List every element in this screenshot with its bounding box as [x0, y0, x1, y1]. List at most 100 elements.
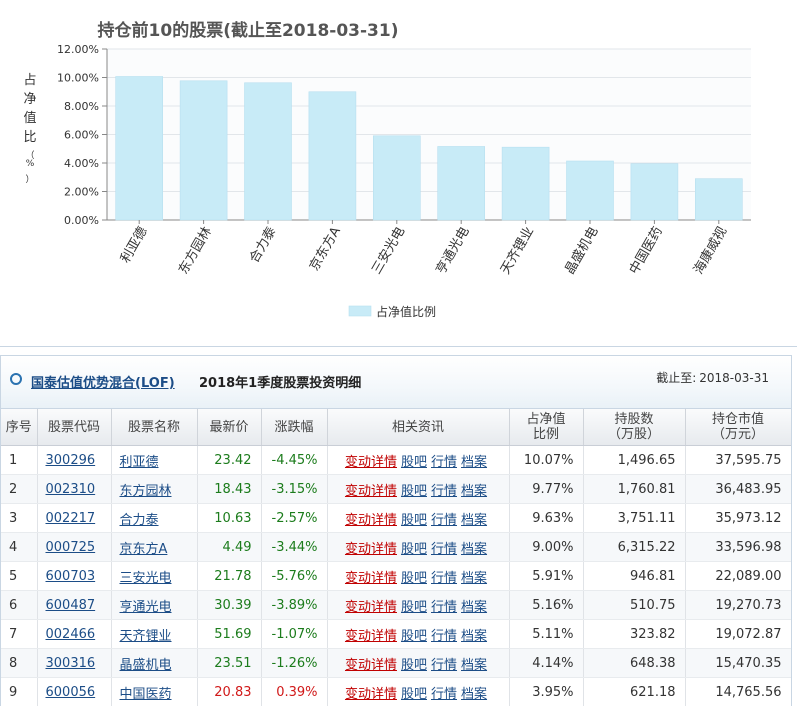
stock-forum-link[interactable]: 股吧 — [401, 571, 427, 586]
stock-forum-link[interactable]: 股吧 — [401, 629, 427, 644]
table-row: 2 002310 东方园林 18.43 -3.15% 变动详情 股吧 行情 档案 9.77% 1,7… — [1, 474, 791, 504]
stock-code-link[interactable]: 300296 — [46, 453, 96, 468]
share-count: 510.75 — [583, 590, 686, 620]
profile-link[interactable]: 档案 — [461, 629, 487, 644]
stock-name-cell: 三安光电 — [111, 561, 198, 591]
profile-link[interactable]: 档案 — [461, 542, 487, 557]
stock-forum-link[interactable]: 股吧 — [401, 658, 427, 673]
latest-price: 30.39 — [197, 590, 262, 620]
market-value: 22,089.00 — [685, 561, 791, 591]
stock-code-cell: 000725 — [37, 532, 112, 562]
row-number: 5 — [1, 561, 38, 591]
change-detail-link[interactable]: 变动详情 — [345, 629, 397, 644]
profile-link[interactable]: 档案 — [461, 513, 487, 528]
stock-name-link[interactable]: 利亚德 — [120, 455, 159, 470]
stock-code-link[interactable]: 600487 — [46, 598, 96, 613]
col-header-change: 涨跌幅 — [261, 409, 328, 446]
stock-forum-link[interactable]: 股吧 — [401, 513, 427, 528]
stock-name-link[interactable]: 东方园林 — [120, 484, 172, 499]
latest-price: 20.83 — [197, 677, 262, 706]
share-count: 323.82 — [583, 619, 686, 649]
share-count: 1,496.65 — [583, 445, 686, 475]
stock-forum-link[interactable]: 股吧 — [401, 455, 427, 470]
stock-name-link[interactable]: 京东方A — [120, 542, 168, 557]
change-detail-link[interactable]: 变动详情 — [345, 513, 397, 528]
table-row: 4 000725 京东方A 4.49 -3.44% 变动详情 股吧 行情 档案 9.00% 6,31… — [1, 532, 791, 562]
latest-price: 10.63 — [197, 503, 262, 533]
share-count: 946.81 — [583, 561, 686, 591]
stock-name-cell: 合力泰 — [111, 503, 198, 533]
latest-price: 18.43 — [197, 474, 262, 504]
profile-link[interactable]: 档案 — [461, 658, 487, 673]
bullet-circle-icon — [10, 373, 22, 385]
fund-name-link[interactable]: 国泰估值优势混合(LOF) — [31, 372, 175, 391]
bar — [244, 82, 292, 221]
stock-name-link[interactable]: 合力泰 — [120, 513, 159, 528]
net-value-ratio: 5.91% — [509, 561, 584, 591]
related-info: 变动详情 股吧 行情 档案 — [327, 590, 510, 620]
stock-code-link[interactable]: 002466 — [46, 627, 96, 642]
profile-link[interactable]: 档案 — [461, 571, 487, 586]
stock-code-link[interactable]: 002310 — [46, 482, 96, 497]
market-value: 19,270.73 — [685, 590, 791, 620]
change-detail-link[interactable]: 变动详情 — [345, 600, 397, 615]
stock-name-cell: 中国医药 — [111, 677, 198, 706]
quote-link[interactable]: 行情 — [431, 542, 457, 557]
stock-code-link[interactable]: 000725 — [46, 540, 96, 555]
bar — [437, 146, 486, 221]
related-info: 变动详情 股吧 行情 档案 — [327, 445, 510, 475]
stock-forum-link[interactable]: 股吧 — [401, 687, 427, 702]
x-tick-label: 三安光电 — [369, 225, 408, 278]
y-tick-label: 6.00% — [64, 129, 99, 142]
row-number: 4 — [1, 532, 38, 562]
change-detail-link[interactable]: 变动详情 — [345, 542, 397, 557]
stock-name-link[interactable]: 中国医药 — [120, 687, 172, 702]
stock-code-link[interactable]: 300316 — [46, 656, 96, 671]
col-header-no: 序号 — [1, 409, 38, 446]
stock-forum-link[interactable]: 股吧 — [401, 542, 427, 557]
change-detail-link[interactable]: 变动详情 — [345, 687, 397, 702]
profile-link[interactable]: 档案 — [461, 600, 487, 615]
quote-link[interactable]: 行情 — [431, 484, 457, 499]
change-detail-link[interactable]: 变动详情 — [345, 571, 397, 586]
quote-link[interactable]: 行情 — [431, 629, 457, 644]
quote-link[interactable]: 行情 — [431, 600, 457, 615]
stock-code-link[interactable]: 002217 — [46, 511, 96, 526]
stock-code-link[interactable]: 600056 — [46, 685, 96, 700]
row-number: 3 — [1, 503, 38, 533]
stock-name-link[interactable]: 天齐锂业 — [120, 629, 172, 644]
stock-name-link[interactable]: 三安光电 — [120, 571, 172, 586]
stock-code-link[interactable]: 600703 — [46, 569, 96, 584]
stock-name-link[interactable]: 晶盛机电 — [120, 658, 172, 673]
quote-link[interactable]: 行情 — [431, 687, 457, 702]
stock-code-cell: 600056 — [37, 677, 112, 706]
quote-link[interactable]: 行情 — [431, 658, 457, 673]
row-number: 8 — [1, 648, 38, 678]
stock-code-cell: 002310 — [37, 474, 112, 504]
change-detail-link[interactable]: 变动详情 — [345, 484, 397, 499]
quote-link[interactable]: 行情 — [431, 455, 457, 470]
stock-name-link[interactable]: 亨通光电 — [120, 600, 172, 615]
net-value-ratio: 3.95% — [509, 677, 584, 706]
market-value: 36,483.95 — [685, 474, 791, 504]
share-count: 1,760.81 — [583, 474, 686, 504]
col-header-info: 相关资讯 — [327, 409, 510, 446]
market-value: 14,765.56 — [685, 677, 791, 706]
y-tick-label: 2.00% — [64, 186, 99, 199]
profile-link[interactable]: 档案 — [461, 455, 487, 470]
change-detail-link[interactable]: 变动详情 — [345, 455, 397, 470]
bar — [694, 178, 743, 221]
change-detail-link[interactable]: 变动详情 — [345, 658, 397, 673]
stock-code-cell: 300296 — [37, 445, 112, 475]
stock-forum-link[interactable]: 股吧 — [401, 600, 427, 615]
quote-link[interactable]: 行情 — [431, 513, 457, 528]
related-info: 变动详情 股吧 行情 档案 — [327, 648, 510, 678]
col-header-code: 股票代码 — [37, 409, 112, 446]
price-change: -3.44% — [261, 532, 328, 562]
profile-link[interactable]: 档案 — [461, 484, 487, 499]
profile-link[interactable]: 档案 — [461, 687, 487, 702]
panel-header: 国泰估值优势混合(LOF) 2018年1季度股票投资明细 截止至: 2018-03… — [1, 355, 791, 409]
quote-link[interactable]: 行情 — [431, 571, 457, 586]
stock-forum-link[interactable]: 股吧 — [401, 484, 427, 499]
bar — [372, 135, 421, 221]
